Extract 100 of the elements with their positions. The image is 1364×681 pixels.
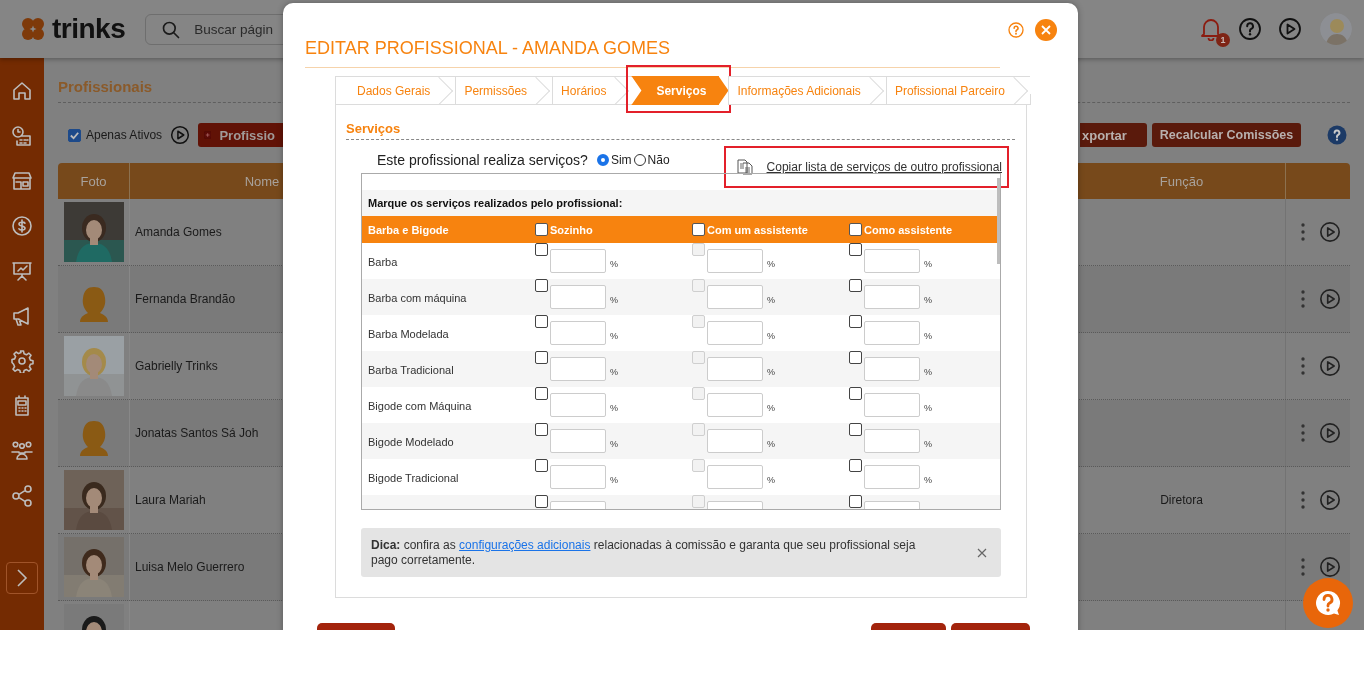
home-icon[interactable]	[10, 79, 34, 103]
money-icon[interactable]	[10, 214, 34, 238]
tab[interactable]: Permissões	[455, 76, 553, 105]
close-button[interactable]	[1035, 19, 1057, 41]
role-text: Diretora	[1160, 493, 1203, 507]
percent-sign: %	[924, 295, 932, 305]
kebab-menu-icon[interactable]	[1301, 558, 1305, 576]
play-icon[interactable]	[170, 125, 191, 145]
percent-sign: %	[767, 295, 775, 305]
service-name: Bigode Modelado	[367, 436, 454, 448]
percent-field[interactable]	[550, 465, 606, 489]
column-header[interactable]: Como assistente	[864, 223, 953, 236]
column-header[interactable]: Sozinho	[550, 223, 593, 236]
professional-name: Amanda Gomes	[134, 225, 222, 239]
service-name: Barba	[367, 256, 398, 268]
radio-button[interactable]	[596, 153, 609, 166]
checkbox[interactable]	[849, 243, 862, 256]
percent-field[interactable]	[550, 249, 606, 273]
add-button[interactable]: Profissio	[198, 123, 286, 147]
help-icon[interactable]	[1327, 125, 1347, 145]
checkbox[interactable]	[849, 387, 862, 400]
tab[interactable]: Serviços	[631, 76, 729, 105]
kebab-menu-icon[interactable]	[1301, 491, 1305, 509]
service-name: Barba Tradicional	[367, 364, 454, 376]
kebab-menu-icon[interactable]	[1301, 357, 1305, 375]
column-header[interactable]: Com um assistente	[707, 223, 808, 236]
checkbox[interactable]	[535, 351, 548, 364]
play-icon[interactable]	[1319, 355, 1341, 377]
percent-field[interactable]	[864, 465, 920, 489]
settings-link[interactable]: configurações adicionais	[459, 537, 591, 552]
percent-sign: %	[610, 331, 618, 341]
percent-field[interactable]	[864, 357, 920, 381]
group-name: Barba e Bigode	[367, 223, 450, 236]
kebab-menu-icon[interactable]	[1301, 223, 1305, 241]
percent-field[interactable]	[864, 429, 920, 453]
checkbox[interactable]	[535, 423, 548, 436]
play-icon[interactable]	[1319, 422, 1341, 444]
tab[interactable]: Profissional Parceiro	[885, 76, 1030, 105]
radio-label[interactable]: Sim	[610, 152, 632, 167]
percent-field[interactable]	[864, 249, 920, 273]
percent-field[interactable]	[550, 285, 606, 309]
play-icon[interactable]	[1319, 556, 1341, 578]
checkbox[interactable]	[849, 495, 862, 508]
percent-sign: %	[767, 367, 775, 377]
play-icon[interactable]	[1319, 489, 1341, 511]
professional-name: Laura Mariah	[134, 493, 206, 507]
toolbar-button[interactable]: Recalcular Comissões	[1152, 123, 1301, 147]
bell-icon[interactable]	[1200, 17, 1222, 41]
checkbox[interactable]	[535, 387, 548, 400]
tab[interactable]: Horários	[552, 76, 632, 105]
percent-field[interactable]	[550, 357, 606, 381]
tab[interactable]: Dados Gerais	[335, 76, 456, 105]
checkbox[interactable]	[849, 279, 862, 292]
gear-icon[interactable]	[10, 349, 34, 373]
checkbox[interactable]	[535, 459, 548, 472]
question-bubble-icon	[1313, 588, 1343, 618]
percent-field[interactable]	[864, 285, 920, 309]
tab[interactable]: Informações Adicionais	[728, 76, 886, 105]
schedule-icon[interactable]	[10, 124, 34, 148]
expand-button[interactable]	[6, 562, 38, 594]
scrollbar[interactable]	[997, 178, 1000, 264]
percent-field[interactable]	[864, 393, 920, 417]
checkbox[interactable]	[535, 223, 548, 236]
checkbox[interactable]	[849, 459, 862, 472]
kebab-menu-icon[interactable]	[1301, 290, 1305, 308]
notification-badge: 1	[1216, 33, 1230, 47]
store-icon[interactable]	[10, 169, 34, 193]
people-icon[interactable]	[10, 439, 34, 463]
percent-field[interactable]	[550, 321, 606, 345]
checkbox[interactable]	[849, 423, 862, 436]
percent-field[interactable]	[550, 429, 606, 453]
percent-field[interactable]	[550, 393, 606, 417]
professional-name: Gabrielly Trinks	[134, 359, 218, 373]
percent-sign: %	[610, 295, 618, 305]
checkbox[interactable]	[849, 351, 862, 364]
checkbox[interactable]	[692, 223, 705, 236]
checkbox[interactable]	[849, 223, 862, 236]
help-icon[interactable]	[1238, 17, 1262, 41]
checkbox[interactable]	[535, 243, 548, 256]
checkbox[interactable]	[68, 128, 81, 142]
column-header: Função	[1158, 172, 1205, 191]
checkbox[interactable]	[535, 279, 548, 292]
radio-label[interactable]: Não	[647, 152, 670, 167]
play-icon[interactable]	[1278, 17, 1302, 41]
checkbox[interactable]	[535, 315, 548, 328]
chart-icon[interactable]	[10, 259, 34, 283]
checkbox[interactable]	[535, 495, 548, 508]
play-icon[interactable]	[1319, 221, 1341, 243]
radio-button[interactable]	[633, 153, 646, 166]
percent-sign: %	[924, 475, 932, 485]
toolbar-button[interactable]: xportar	[1080, 123, 1147, 147]
percent-field[interactable]	[864, 321, 920, 345]
professional-name: Luisa Melo Guerrero	[134, 560, 245, 574]
copy-services-link[interactable]: Copiar lista de serviços de outro profissional	[766, 159, 1002, 174]
share-icon[interactable]	[10, 484, 34, 508]
checkbox-label[interactable]: Apenas Ativos	[86, 128, 163, 142]
checkbox[interactable]	[849, 315, 862, 328]
kebab-menu-icon[interactable]	[1301, 424, 1305, 442]
close-button[interactable]	[977, 547, 987, 558]
play-icon[interactable]	[1319, 288, 1341, 310]
